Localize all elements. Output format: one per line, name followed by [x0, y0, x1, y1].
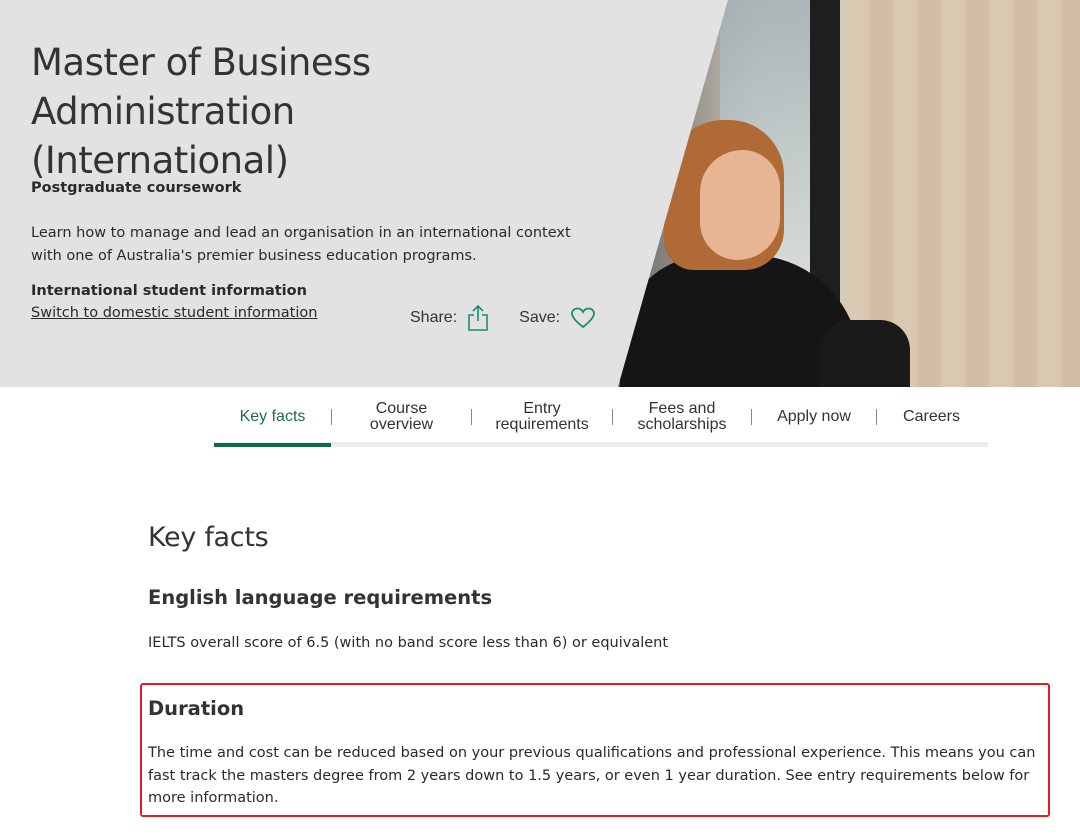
tab-label-line1: Course	[375, 399, 428, 417]
page-title-line2: (International)	[31, 139, 289, 182]
photo-chair	[820, 320, 910, 387]
tab-label-line2: scholarships	[637, 415, 727, 433]
course-description: Learn how to manage and lead an organisa…	[31, 225, 571, 264]
share-save-bar: Share: Save:	[410, 304, 616, 332]
tab-careers[interactable]: Careers	[877, 391, 986, 442]
english-requirements-heading: English language requirements	[148, 586, 493, 609]
save-label: Save:	[519, 309, 561, 326]
section-title: Key facts	[148, 522, 269, 553]
tab-label: Entry requirements	[495, 399, 589, 433]
tab-label: Key facts	[239, 407, 306, 425]
tab-label-line1: Fees and	[648, 399, 716, 417]
page-title-line1: Master of Business Administration	[31, 41, 371, 133]
tab-apply-now[interactable]: Apply now	[752, 391, 876, 442]
tab-fees-scholarships[interactable]: Fees and scholarships	[613, 391, 751, 442]
hero-banner: Master of Business Administration (Inter…	[0, 0, 1080, 387]
tab-course-overview[interactable]: Course overview	[332, 391, 471, 442]
tab-key-facts[interactable]: Key facts	[214, 391, 331, 447]
duration-text: The time and cost can be reduced based o…	[148, 745, 1036, 806]
tab-label: Careers	[903, 407, 960, 425]
heart-icon	[570, 307, 596, 329]
tab-label-line2: requirements	[495, 415, 589, 433]
tab-entry-requirements[interactable]: Entry requirements	[472, 391, 612, 442]
switch-student-link[interactable]: Switch to domestic student information	[31, 305, 317, 321]
page-title: Master of Business Administration (Inter…	[31, 38, 611, 185]
tab-label: Fees and scholarships	[637, 399, 727, 433]
save-button[interactable]: Save:	[519, 307, 596, 329]
share-button[interactable]: Share:	[410, 304, 489, 332]
tab-label: Course overview	[369, 399, 434, 433]
course-type: Postgraduate coursework	[31, 180, 242, 196]
hero-photo	[618, 0, 1080, 387]
duration-heading: Duration	[148, 697, 245, 720]
course-tabs: Key facts Course overview Entry requiremen…	[214, 391, 988, 447]
photo-person-face	[700, 150, 780, 260]
english-requirements-text: IELTS overall score of 6.5 (with no band…	[148, 635, 669, 651]
tab-label-line1: Entry	[523, 399, 561, 417]
tab-label-line2: overview	[369, 415, 434, 433]
share-label: Share:	[410, 309, 458, 326]
share-upload-icon	[467, 304, 489, 332]
tab-label: Apply now	[777, 407, 851, 425]
student-info-label: International student information	[31, 283, 307, 299]
